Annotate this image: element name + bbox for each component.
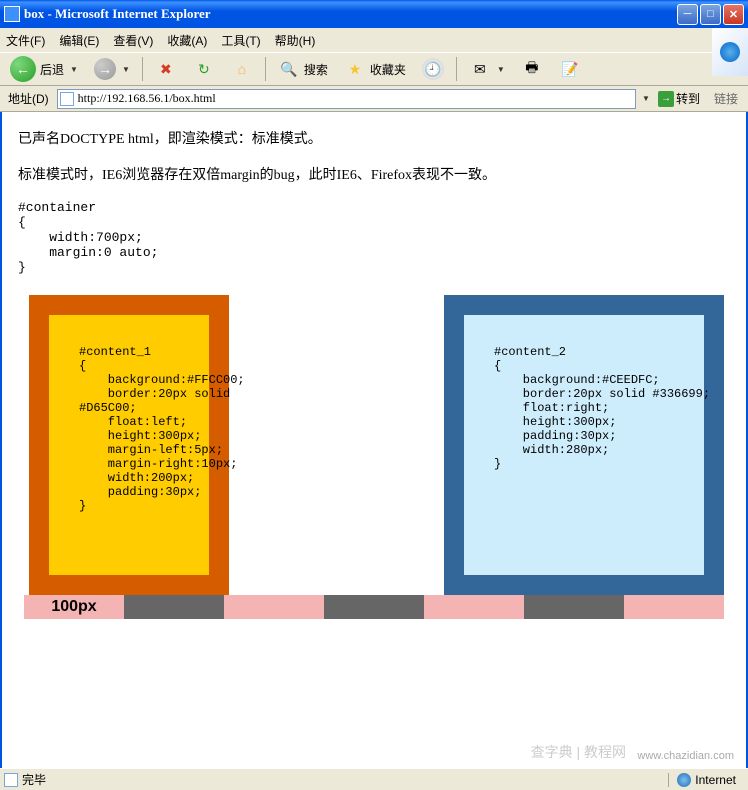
- address-input[interactable]: http://192.168.56.1/box.html: [57, 89, 636, 109]
- separator: [142, 57, 143, 81]
- ruler-seg: [424, 595, 524, 619]
- mail-button[interactable]: ✉▼: [463, 55, 511, 83]
- ruler-seg: [324, 595, 424, 619]
- ruler-label: 100px: [24, 595, 124, 619]
- watermark-2: 查字典 | 教程网: [531, 742, 626, 762]
- close-button[interactable]: ✕: [723, 4, 744, 25]
- favorites-button[interactable]: ★ 收藏夹: [338, 55, 412, 83]
- forward-icon: →: [94, 58, 116, 80]
- refresh-button[interactable]: ↻: [187, 55, 221, 83]
- url-text: http://192.168.56.1/box.html: [78, 91, 216, 106]
- address-bar: 地址(D) http://192.168.56.1/box.html ▼ → 转…: [0, 86, 748, 112]
- separator: [456, 57, 457, 81]
- back-label: 后退: [40, 61, 64, 78]
- ruler-seg: [224, 595, 324, 619]
- ie-logo-corner: [712, 28, 748, 76]
- go-button[interactable]: → 转到: [654, 90, 704, 107]
- paragraph-2: 标准模式时，IE6浏览器存在双倍margin的bug，此时IE6、Firefox…: [18, 164, 730, 184]
- menu-bar: 文件(F) 编辑(E) 查看(V) 收藏(A) 工具(T) 帮助(H): [0, 28, 748, 52]
- search-button[interactable]: 🔍 搜索: [272, 55, 334, 83]
- toolbar: ← 后退 ▼ → ▼ ✖ ↻ ⌂ 🔍 搜索 ★ 收藏夹 🕘 ✉▼ 🖶 📝: [0, 52, 748, 86]
- stop-icon: ✖: [155, 58, 177, 80]
- menu-help[interactable]: 帮助(H): [275, 32, 316, 49]
- ruler: 100px: [24, 595, 724, 619]
- menu-file[interactable]: 文件(F): [6, 32, 45, 49]
- window-title: box - Microsoft Internet Explorer: [24, 6, 677, 22]
- watermark: www.chazidian.com: [637, 750, 734, 762]
- zone-label: Internet: [695, 773, 736, 787]
- go-icon: →: [658, 91, 674, 107]
- globe-icon: [677, 773, 691, 787]
- edit-icon: 📝: [559, 58, 581, 80]
- home-icon: ⌂: [231, 58, 253, 80]
- home-button[interactable]: ⌂: [225, 55, 259, 83]
- edit-button[interactable]: 📝: [553, 55, 587, 83]
- star-icon: ★: [344, 58, 366, 80]
- paragraph-1: 已声名DOCTYPE html，即渲染模式：标准模式。: [18, 128, 730, 148]
- menu-favorites[interactable]: 收藏(A): [167, 32, 207, 49]
- print-button[interactable]: 🖶: [515, 55, 549, 83]
- menu-view[interactable]: 查看(V): [113, 32, 153, 49]
- back-button[interactable]: ← 后退 ▼: [4, 53, 84, 85]
- menu-tools[interactable]: 工具(T): [221, 32, 260, 49]
- refresh-icon: ↻: [193, 58, 215, 80]
- print-icon: 🖶: [521, 58, 543, 80]
- ruler-seg: [524, 595, 624, 619]
- address-label: 地址(D): [4, 90, 53, 107]
- content-1-box: #content_1 { background:#FFCC00; border:…: [29, 295, 229, 595]
- ruler-seg: [124, 595, 224, 619]
- separator: [265, 57, 266, 81]
- ruler-seg: [624, 595, 724, 619]
- search-label: 搜索: [304, 61, 328, 78]
- links-label[interactable]: 链接: [708, 90, 744, 107]
- page-content[interactable]: 已声名DOCTYPE html，即渲染模式：标准模式。 标准模式时，IE6浏览器…: [0, 112, 748, 768]
- page-icon: [4, 773, 18, 787]
- favorites-label: 收藏夹: [370, 61, 406, 78]
- status-bar: 完毕 Internet: [0, 768, 748, 790]
- container-css: #container { width:700px; margin:0 auto;…: [18, 200, 730, 275]
- chevron-down-icon[interactable]: ▼: [642, 94, 650, 103]
- mail-icon: ✉: [469, 58, 491, 80]
- search-icon: 🔍: [278, 58, 300, 80]
- chevron-down-icon: ▼: [122, 65, 130, 74]
- history-button[interactable]: 🕘: [416, 55, 450, 83]
- stop-button[interactable]: ✖: [149, 55, 183, 83]
- go-label: 转到: [676, 90, 700, 107]
- page-icon: [60, 92, 74, 106]
- content-2-box: #content_2 { background:#CEEDFC; border:…: [444, 295, 724, 595]
- minimize-button[interactable]: ─: [677, 4, 698, 25]
- history-icon: 🕘: [422, 58, 444, 80]
- menu-edit[interactable]: 编辑(E): [59, 32, 99, 49]
- demo-container: #content_1 { background:#FFCC00; border:…: [24, 295, 724, 619]
- forward-button[interactable]: → ▼: [88, 55, 136, 83]
- window-titlebar: box - Microsoft Internet Explorer ─ □ ✕: [0, 0, 748, 28]
- maximize-button[interactable]: □: [700, 4, 721, 25]
- back-icon: ←: [10, 56, 36, 82]
- security-zone[interactable]: Internet: [668, 773, 744, 787]
- ie-icon: [4, 6, 20, 22]
- chevron-down-icon: ▼: [70, 65, 78, 74]
